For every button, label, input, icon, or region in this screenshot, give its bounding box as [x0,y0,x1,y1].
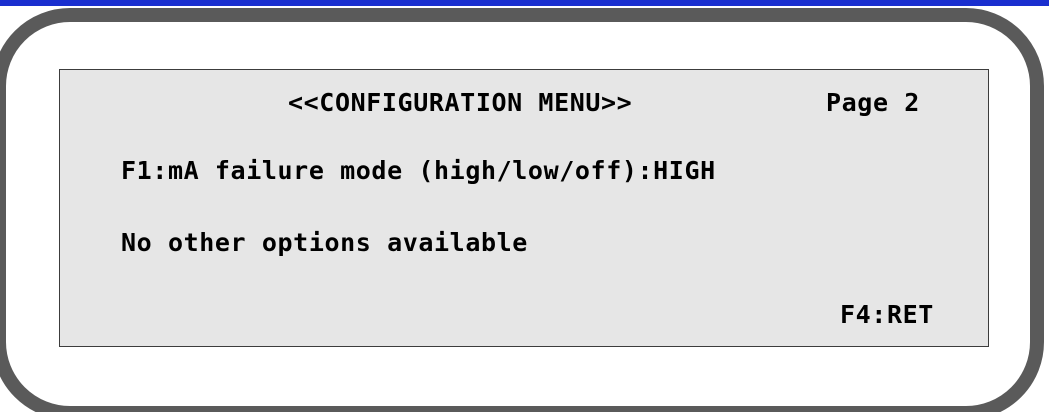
soft-key-f4-return[interactable]: F4:RET [840,300,934,330]
device-screen: <<CONFIGURATION MENU>> Page 2 F1:mA fail… [0,0,1049,412]
menu-title: <<CONFIGURATION MENU>> [288,88,633,117]
page-indicator: Page 2 [826,88,920,117]
info-no-options: No other options available [121,228,528,257]
lcd-display: <<CONFIGURATION MENU>> Page 2 F1:mA fail… [59,69,989,347]
option-f1-failure-mode[interactable]: F1:mA failure mode (high/low/off):HIGH [121,156,716,186]
top-accent-bar [0,0,1049,6]
